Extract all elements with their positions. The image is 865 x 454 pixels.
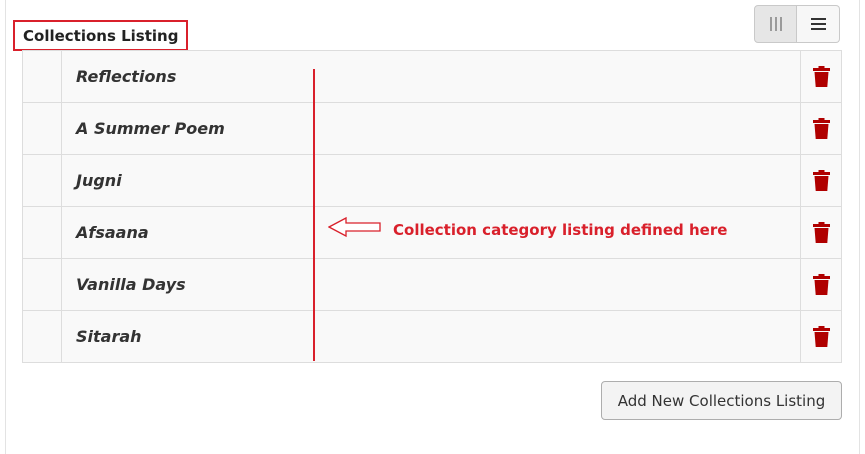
row-action-cell [800, 311, 841, 362]
add-new-collections-listing-button[interactable]: Add New Collections Listing [601, 381, 842, 420]
list-icon [810, 18, 826, 30]
row-handle[interactable] [23, 155, 62, 206]
columns-icon [769, 17, 782, 31]
collection-title: Vanilla Days [76, 275, 186, 294]
row-action-cell [800, 155, 841, 206]
arrow-left-icon [328, 216, 381, 238]
row-handle[interactable] [23, 51, 62, 102]
row-handle[interactable] [23, 259, 62, 310]
annotation-line [313, 69, 315, 361]
collection-title: Reflections [76, 67, 177, 86]
list-view-button[interactable] [797, 5, 840, 43]
row-action-cell [800, 259, 841, 310]
trash-icon[interactable] [812, 170, 830, 191]
annotation-text: Collection category listing defined here [393, 221, 728, 239]
collection-title: Sitarah [76, 327, 142, 346]
view-toggle [754, 5, 840, 43]
trash-icon[interactable] [812, 66, 830, 87]
row-handle[interactable] [23, 103, 62, 154]
row-action-cell [800, 207, 841, 258]
trash-icon[interactable] [812, 274, 830, 295]
table-row: Vanilla Days [23, 259, 841, 311]
table-row: Jugni [23, 155, 841, 207]
row-action-cell [800, 103, 841, 154]
table-row: Reflections [23, 51, 841, 103]
table-row: Sitarah [23, 311, 841, 363]
trash-icon[interactable] [812, 118, 830, 139]
trash-icon[interactable] [812, 222, 830, 243]
page-title: Collections Listing [13, 20, 189, 51]
table-row: A Summer Poem [23, 103, 841, 155]
columns-view-button[interactable] [754, 5, 797, 43]
trash-icon[interactable] [812, 326, 830, 347]
collections-table: Reflections A Summer Poem Jugni Afsaana … [22, 50, 842, 363]
row-handle[interactable] [23, 311, 62, 362]
collection-title: Jugni [76, 171, 122, 190]
row-action-cell [800, 51, 841, 102]
row-handle[interactable] [23, 207, 62, 258]
collection-title: A Summer Poem [76, 119, 225, 138]
page: Collections Listing Reflections A Summer… [0, 0, 865, 454]
